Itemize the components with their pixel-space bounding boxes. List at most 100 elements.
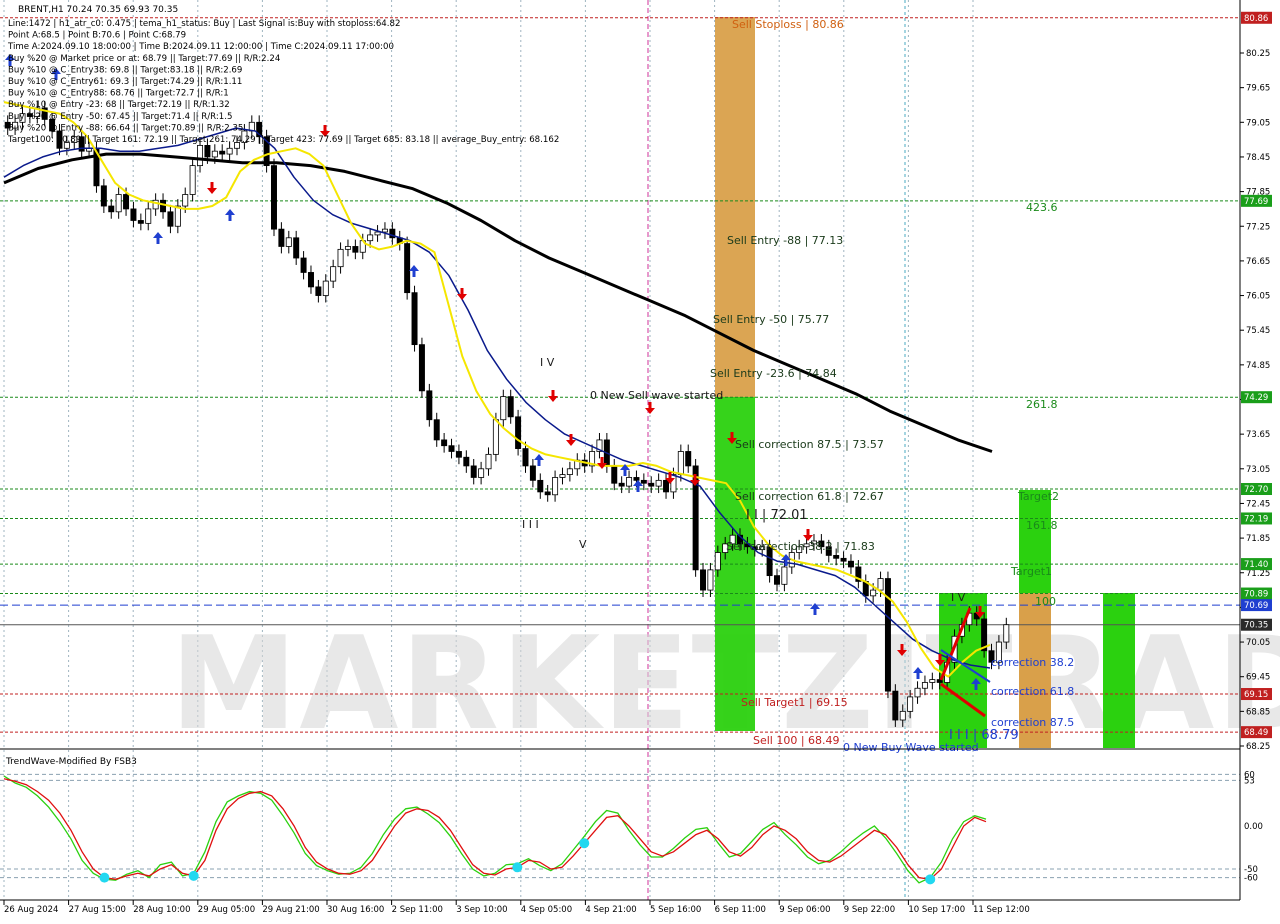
candle-up bbox=[374, 231, 381, 236]
time-label: 5 Sep 16:00 bbox=[650, 905, 701, 915]
candle-up bbox=[174, 205, 181, 227]
candle-down bbox=[648, 482, 655, 487]
candle-up bbox=[285, 237, 292, 247]
time-label: 9 Sep 22:00 bbox=[844, 905, 895, 915]
indicator-axis-label: 53 bbox=[1244, 776, 1255, 786]
candle-down bbox=[100, 185, 107, 207]
candle-up bbox=[226, 147, 233, 155]
candle-down bbox=[315, 286, 322, 296]
price-label: 72.45 bbox=[1246, 499, 1270, 509]
price-label: 71.25 bbox=[1246, 569, 1270, 579]
candle-down bbox=[307, 272, 314, 288]
price-label: 76.65 bbox=[1246, 257, 1270, 267]
price-tag: 72.70 bbox=[1244, 485, 1268, 495]
candle-down bbox=[137, 220, 144, 224]
candle-up bbox=[337, 248, 344, 268]
candle-down bbox=[404, 243, 411, 294]
candle-up bbox=[907, 696, 914, 712]
candle-down bbox=[352, 246, 359, 253]
annotation-label: Sell Entry -50 | 75.77 bbox=[713, 313, 829, 326]
candle-up bbox=[381, 228, 388, 233]
annotation-label: Sell Target1 | 69.15 bbox=[741, 696, 848, 709]
annotation-label: Sell 100 | 68.49 bbox=[753, 734, 840, 747]
candle-down bbox=[847, 560, 854, 568]
annotation-label: 0 New Buy Wave started bbox=[843, 741, 979, 754]
price-label: 70.05 bbox=[1246, 638, 1270, 648]
candle-up bbox=[559, 474, 566, 478]
candle-up bbox=[899, 710, 906, 721]
candle-up bbox=[914, 687, 921, 698]
time-label: 3 Sep 10:00 bbox=[456, 905, 507, 915]
price-tag: 80.86 bbox=[1244, 14, 1268, 24]
price-label: 77.25 bbox=[1246, 222, 1270, 232]
time-label: 26 Aug 2024 bbox=[4, 905, 58, 915]
candle-down bbox=[271, 165, 277, 230]
candle-down bbox=[544, 491, 551, 496]
candle-down bbox=[685, 451, 692, 467]
candle-down bbox=[515, 416, 522, 449]
candle-up bbox=[330, 266, 337, 282]
time-label: 4 Sep 05:00 bbox=[521, 905, 572, 915]
header-line: Buy %20 @ Entry -88: 66.64 || Target:70.… bbox=[8, 123, 243, 133]
candle-down bbox=[433, 419, 440, 441]
price-label: 78.45 bbox=[1246, 153, 1270, 163]
price-tag: 70.89 bbox=[1244, 590, 1268, 600]
annotation-label: V bbox=[579, 538, 587, 551]
header-line: Buy %20 @ Market price or at: 68.79 || T… bbox=[8, 54, 280, 64]
candle-up bbox=[485, 453, 492, 470]
candle-up bbox=[500, 396, 507, 421]
candle-up bbox=[655, 479, 662, 487]
time-label: 2 Sep 11:00 bbox=[392, 905, 443, 915]
price-label: 79.05 bbox=[1246, 118, 1270, 128]
header-line: Time A:2024.09.10 18:00:00 | Time B:2024… bbox=[7, 42, 394, 52]
candle-down bbox=[426, 390, 433, 421]
indicator-signal-dot bbox=[512, 862, 523, 873]
annotation-label: 0 New Sell wave started bbox=[590, 389, 723, 402]
candle-up bbox=[145, 208, 152, 224]
price-label: 68.85 bbox=[1246, 707, 1270, 717]
candle-up bbox=[714, 552, 721, 571]
candle-down bbox=[470, 465, 477, 478]
chart-window[interactable]: MARKETZITRADE Sell Stoploss | 80.86423.6… bbox=[0, 0, 1280, 920]
annotation-label: Sell Stoploss | 80.86 bbox=[732, 18, 844, 31]
header-line: Point A:68.5 | Point B:70.6 | Point C:68… bbox=[8, 31, 186, 41]
indicator-signal-dot bbox=[579, 838, 590, 849]
annotation-label: I V bbox=[540, 356, 555, 369]
price-label: 75.45 bbox=[1246, 326, 1270, 336]
price-label: 73.05 bbox=[1246, 465, 1270, 475]
header-line: Line:1472 | h1_atr_c0: 0.475 | tema_h1_s… bbox=[8, 19, 400, 29]
symbol-line: BRENT,H1 70.24 70.35 69.93 70.35 bbox=[18, 5, 178, 15]
candle-down bbox=[108, 205, 115, 213]
candle-down bbox=[123, 194, 130, 210]
candle-down bbox=[455, 451, 462, 458]
candle-down bbox=[840, 557, 847, 562]
annotation-label: Sell Entry -88 | 77.13 bbox=[727, 234, 843, 247]
candle-up bbox=[197, 144, 204, 167]
candle-up bbox=[677, 451, 684, 475]
annotation-label: I I I bbox=[522, 518, 539, 531]
candle-down bbox=[537, 479, 544, 493]
annotation-label: 261.8 bbox=[1026, 398, 1058, 411]
candle-down bbox=[418, 344, 425, 392]
candle-up bbox=[492, 419, 499, 455]
chart-canvas[interactable]: MARKETZITRADE Sell Stoploss | 80.86423.6… bbox=[0, 0, 1280, 920]
annotation-label: 161.8 bbox=[1026, 519, 1058, 532]
candle-down bbox=[611, 465, 618, 484]
candle-down bbox=[700, 569, 707, 591]
indicator-signal-dot bbox=[188, 870, 199, 881]
candle-down bbox=[293, 237, 300, 259]
candle-up bbox=[552, 477, 559, 496]
annotation-label: correction 38.2 bbox=[991, 656, 1074, 669]
candle-down bbox=[774, 575, 780, 585]
price-tag: 70.69 bbox=[1244, 601, 1268, 611]
candle-up bbox=[929, 679, 936, 683]
candle-down bbox=[448, 445, 455, 452]
annotation-label: I I | 72.01 bbox=[746, 508, 808, 523]
time-label: 29 Aug 05:00 bbox=[198, 905, 255, 915]
price-label: 68.25 bbox=[1246, 742, 1270, 752]
annotation-label: Sell Entry -23.6 | 74.84 bbox=[710, 367, 837, 380]
candle-up bbox=[322, 280, 329, 296]
header-line: Target100: 70.89 || Target 161: 72.19 ||… bbox=[7, 135, 559, 145]
price-label: 74.85 bbox=[1246, 361, 1270, 371]
price-tag: 74.29 bbox=[1244, 393, 1268, 403]
